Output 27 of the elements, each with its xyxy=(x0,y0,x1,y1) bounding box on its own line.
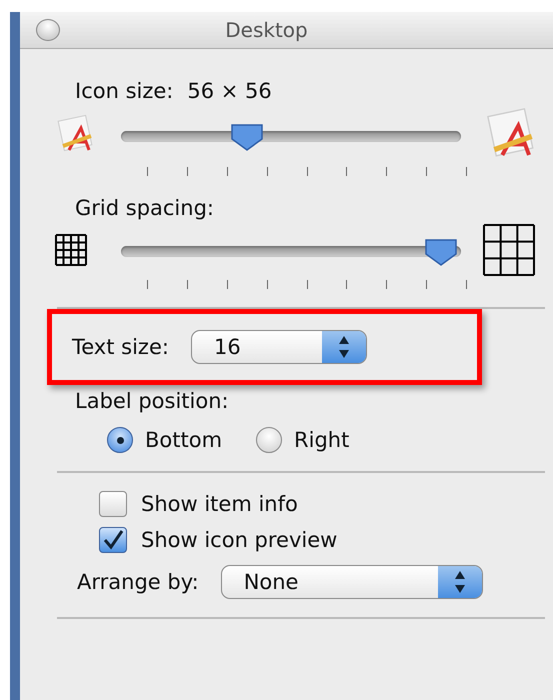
slider[interactable] xyxy=(121,123,461,151)
slider-value: 56 × 56 xyxy=(187,79,272,103)
radio-button[interactable] xyxy=(256,427,282,453)
radio-button[interactable] xyxy=(107,427,133,453)
field-label: Arrange by: xyxy=(77,570,199,594)
slider-thumb[interactable] xyxy=(424,238,458,266)
slider-thumb[interactable] xyxy=(230,123,264,151)
slider-label: Icon size: xyxy=(75,79,174,103)
checkbox-option[interactable]: Show icon preview xyxy=(99,527,545,553)
slider-label: Grid spacing: xyxy=(75,196,214,220)
text-size-popup[interactable]: 16 xyxy=(190,330,367,364)
checkbox[interactable] xyxy=(99,527,127,553)
grid-icon xyxy=(55,234,87,266)
checkbox[interactable] xyxy=(99,491,127,517)
radio-option[interactable]: Right xyxy=(256,427,350,453)
window-title: Desktop xyxy=(225,18,308,42)
field-label: Text size: xyxy=(72,335,169,359)
checkbox-option[interactable]: Show item info xyxy=(99,491,545,517)
field-label: Label position: xyxy=(75,389,230,413)
arrange-by-popup[interactable]: None xyxy=(220,565,483,599)
slider[interactable] xyxy=(121,238,461,266)
grid-icon xyxy=(483,224,535,276)
checkmark-icon xyxy=(102,529,124,551)
radio-option[interactable]: Bottom xyxy=(107,427,222,453)
stepper-arrows-icon xyxy=(336,334,351,360)
stepper-arrows-icon xyxy=(452,569,467,595)
close-button[interactable] xyxy=(36,19,60,41)
